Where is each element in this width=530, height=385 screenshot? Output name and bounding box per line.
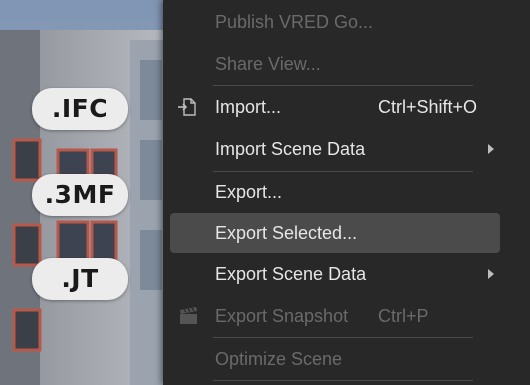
menu-item-label: Share View...	[215, 54, 321, 74]
menu-separator	[213, 380, 473, 381]
menu-item-export[interactable]: Export...	[170, 172, 500, 212]
jt-format-badge: .JT	[32, 258, 128, 300]
menu-item-share-view[interactable]: Share View...	[170, 44, 500, 84]
ifc-format-badge: .IFC	[32, 88, 128, 130]
menu-item-label: Export Selected...	[215, 223, 358, 243]
menu-item-export-snapshot[interactable]: Export Snapshot Ctrl+P	[170, 296, 500, 336]
menu-item-export-scene-data[interactable]: Export Scene Data	[170, 254, 500, 294]
menu-item-label: Export Scene Data	[215, 264, 367, 284]
menu-separator	[213, 85, 473, 86]
menu-item-label: Import Scene Data	[215, 139, 366, 159]
menu-item-publish-vred-go[interactable]: Publish VRED Go...	[170, 2, 500, 42]
menu-item-label: Optimize Scene	[215, 349, 343, 369]
clapperboard-icon	[180, 307, 197, 324]
menu-item-label: Publish VRED Go...	[215, 12, 374, 32]
menu-item-label: Export...	[215, 182, 283, 202]
import-file-icon	[178, 98, 196, 116]
menu-item-shortcut: Ctrl+P	[378, 306, 429, 326]
menu-item-export-selected[interactable]: Export Selected...	[170, 213, 500, 253]
menu-item-import-scene-data[interactable]: Import Scene Data	[170, 129, 500, 169]
submenu-arrow-icon	[488, 269, 494, 279]
menu-item-label: Import...	[215, 97, 282, 117]
menu-item-optimize-scene[interactable]: Optimize Scene	[170, 339, 500, 379]
3mf-format-badge: .3MF	[32, 174, 128, 216]
screen: .IFC .3MF .JT Publish VRED Go... Share V…	[0, 0, 530, 385]
menu-separator	[213, 337, 473, 338]
menu-item-shortcut: Ctrl+Shift+O	[378, 97, 478, 117]
menu-item-import[interactable]: Import... Ctrl+Shift+O	[170, 87, 500, 127]
submenu-arrow-icon	[488, 144, 494, 154]
file-context-menu: Publish VRED Go... Share View... Import.…	[163, 0, 530, 385]
menu-item-label: Export Snapshot	[215, 306, 349, 326]
